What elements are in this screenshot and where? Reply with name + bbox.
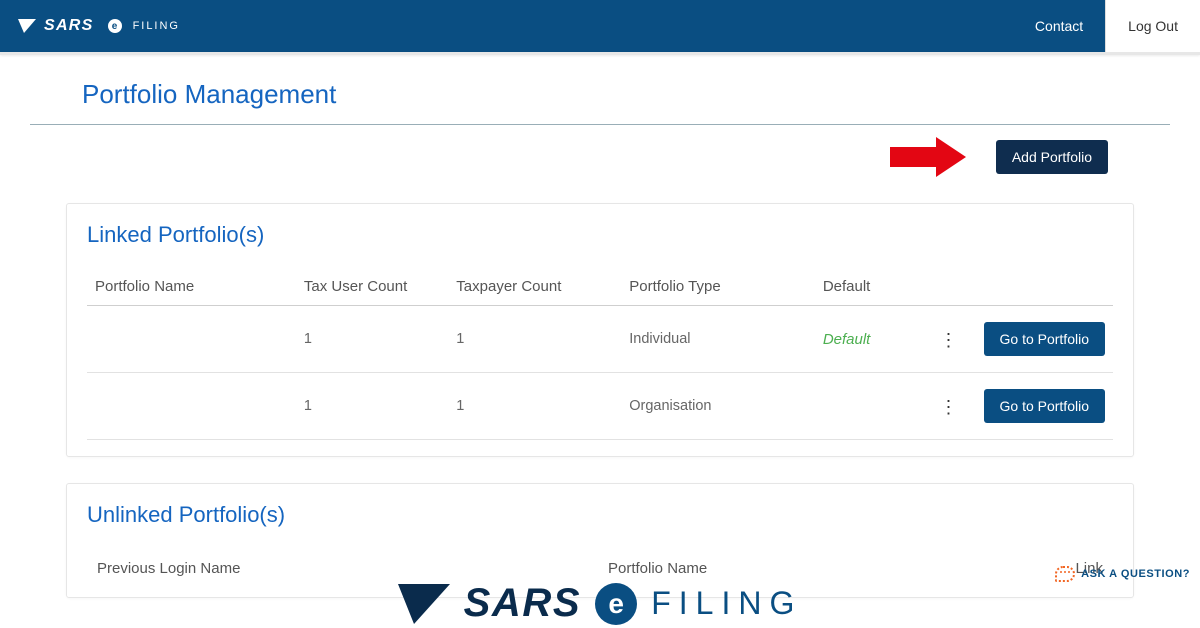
brand-e-badge: e xyxy=(108,19,122,33)
contact-link[interactable]: Contact xyxy=(1013,0,1105,52)
col-unlinked-portfolio-name: Portfolio Name xyxy=(600,550,1007,579)
footer-filing-text: FILING xyxy=(651,585,802,622)
sars-triangle-icon xyxy=(18,19,36,33)
ask-label: ASK A QUESTION? xyxy=(1081,568,1190,580)
table-row: 1 1 Organisation ⋮ Go to Portfolio xyxy=(87,373,1113,440)
ask-a-question-widget[interactable]: ASK A QUESTION? xyxy=(1055,566,1190,582)
cell-portfolio-type: Individual xyxy=(621,306,815,373)
cell-taxpayer-count: 1 xyxy=(448,306,621,373)
linked-portfolios-panel: Linked Portfolio(s) Portfolio Name Tax U… xyxy=(66,203,1134,457)
add-portfolio-button[interactable]: Add Portfolio xyxy=(996,140,1108,174)
brand-logo: SARS e FILING xyxy=(18,17,180,35)
kebab-menu-icon[interactable]: ⋮ xyxy=(939,398,957,416)
page-title: Portfolio Management xyxy=(82,79,1170,110)
go-to-portfolio-button[interactable]: Go to Portfolio xyxy=(984,389,1106,423)
callout-arrow-icon xyxy=(890,137,972,177)
brand-filing-text: FILING xyxy=(133,20,180,32)
cell-tax-user-count: 1 xyxy=(296,373,448,440)
top-bar: SARS e FILING Contact Log Out xyxy=(0,0,1200,52)
col-portfolio-type: Portfolio Type xyxy=(621,268,815,306)
col-tax-user-count: Tax User Count xyxy=(296,268,448,306)
col-portfolio-name: Portfolio Name xyxy=(87,268,296,306)
footer-sars-text: SARS xyxy=(464,581,582,626)
chat-bubble-icon xyxy=(1055,566,1075,582)
table-row: 1 1 Individual Default ⋮ Go to Portfolio xyxy=(87,306,1113,373)
logout-button[interactable]: Log Out xyxy=(1105,0,1200,52)
linked-portfolios-table: Portfolio Name Tax User Count Taxpayer C… xyxy=(87,268,1113,440)
cell-portfolio-type: Organisation xyxy=(621,373,815,440)
topbar-shadow xyxy=(0,52,1200,55)
brand-sars-text: SARS xyxy=(44,17,94,35)
linked-panel-title: Linked Portfolio(s) xyxy=(87,222,1113,248)
col-default: Default xyxy=(815,268,932,306)
default-tag: Default xyxy=(823,331,871,348)
go-to-portfolio-button[interactable]: Go to Portfolio xyxy=(984,322,1106,356)
sars-triangle-icon xyxy=(398,584,450,624)
title-divider xyxy=(30,124,1170,125)
cell-taxpayer-count: 1 xyxy=(448,373,621,440)
kebab-menu-icon[interactable]: ⋮ xyxy=(939,331,957,349)
footer-brand-logo: SARS e FILING xyxy=(0,581,1200,626)
cell-tax-user-count: 1 xyxy=(296,306,448,373)
col-taxpayer-count: Taxpayer Count xyxy=(448,268,621,306)
unlinked-portfolios-table: Previous Login Name Portfolio Name Link xyxy=(87,548,1113,581)
cell-portfolio-name xyxy=(87,306,296,373)
cell-portfolio-name xyxy=(87,373,296,440)
footer-e-badge: e xyxy=(595,583,637,625)
col-previous-login-name: Previous Login Name xyxy=(89,550,598,579)
unlinked-panel-title: Unlinked Portfolio(s) xyxy=(87,502,1113,528)
